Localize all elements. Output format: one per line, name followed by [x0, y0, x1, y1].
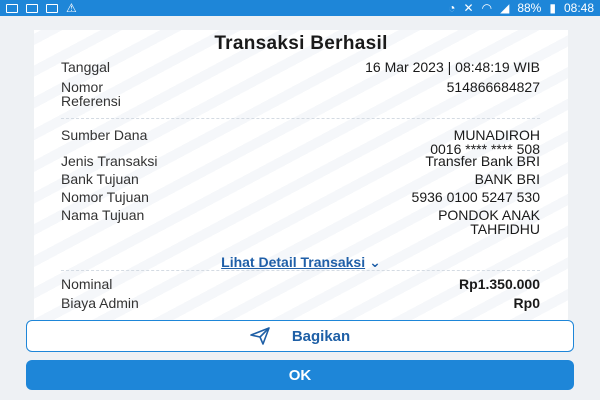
- page-title: Transaksi Berhasil: [214, 33, 388, 54]
- clock: 08:48: [563, 1, 594, 15]
- notification-icon: [26, 3, 38, 13]
- source-value: MUNADIROH 0016 **** **** 508: [430, 128, 540, 156]
- admin-fee-label: Biaya Admin: [61, 295, 139, 311]
- destination-name-value: PONDOK ANAK TAHFIDHU: [438, 208, 540, 236]
- system-icons: ◔ ✕ ◠ ◢ 88% ▮ 08:48: [448, 1, 594, 15]
- nominal-value: Rp1.350.000: [459, 276, 540, 292]
- wifi-icon: ◠: [481, 1, 493, 15]
- bank-value: BANK BRI: [474, 171, 540, 187]
- warning-icon: ⚠: [66, 1, 77, 15]
- destination-number-value: 5936 0100 5247 530: [411, 189, 540, 205]
- notification-icon: [46, 3, 58, 13]
- view-details-link[interactable]: Lihat Detail Transaksi ⌄: [34, 254, 568, 271]
- ok-button[interactable]: OK: [26, 360, 574, 390]
- transaction-type-value: Transfer Bank BRI: [425, 153, 540, 169]
- destination-name-label: Nama Tujuan: [61, 207, 145, 223]
- ok-label: OK: [288, 366, 312, 384]
- notification-icons: ⚠: [6, 1, 77, 15]
- chevron-down-icon: ⌄: [369, 254, 381, 270]
- divider: [61, 270, 540, 271]
- share-label: Bagikan: [291, 327, 351, 345]
- alarm-icon: ◔: [448, 1, 456, 15]
- send-icon: [250, 327, 270, 345]
- status-bar: ⚠ ◔ ✕ ◠ ◢ 88% ▮ 08:48: [0, 0, 600, 16]
- source-label: Sumber Dana: [61, 127, 148, 143]
- transaction-type-label: Jenis Transaksi: [61, 153, 158, 169]
- reference-value: 514866684827: [446, 79, 540, 95]
- destination-number-label: Nomor Tujuan: [61, 189, 149, 205]
- admin-fee-value: Rp0: [513, 295, 540, 311]
- reference-label-line2: Referensi: [61, 93, 121, 109]
- notification-icon: [6, 3, 18, 13]
- divider: [61, 118, 540, 119]
- reference-label: Nomor Referensi: [61, 80, 121, 108]
- bank-label: Bank Tujuan: [61, 171, 139, 187]
- signal-icon: ◢: [500, 1, 510, 15]
- date-value: 16 Mar 2023 | 08:48:19 WIB: [365, 59, 540, 75]
- destination-name-line2: TAHFIDHU: [470, 221, 540, 237]
- receipt-card: Transaksi Berhasil Tanggal 16 Mar 2023 |…: [34, 30, 568, 332]
- view-details-label: Lihat Detail Transaksi: [221, 254, 366, 270]
- share-button[interactable]: Bagikan: [26, 320, 574, 352]
- battery-percent: 88%: [517, 1, 542, 15]
- date-label: Tanggal: [61, 59, 111, 75]
- mute-icon: ✕: [463, 1, 474, 15]
- nominal-label: Nominal: [61, 276, 113, 292]
- battery-icon: ▮: [549, 1, 556, 15]
